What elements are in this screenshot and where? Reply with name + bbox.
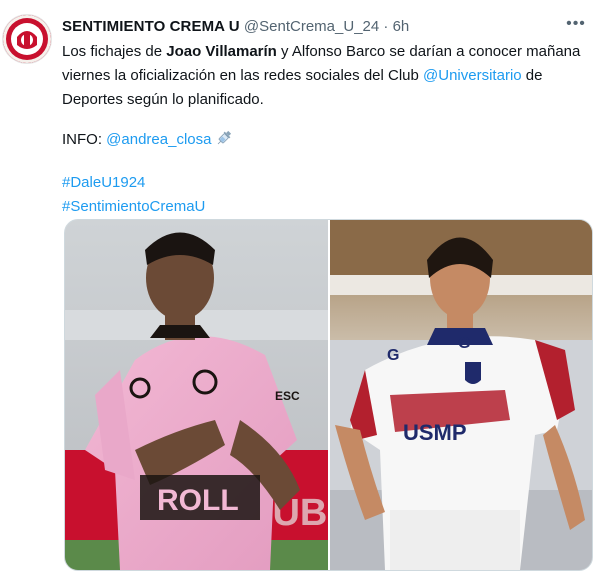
- syringe-icon: [215, 129, 233, 155]
- more-icon[interactable]: •••: [564, 12, 588, 36]
- avatar-logo-icon: [3, 15, 51, 63]
- tweet-timestamp[interactable]: 6h: [393, 18, 410, 35]
- left-jersey-text: ROLL: [157, 484, 239, 517]
- mention-andrea-closa[interactable]: @andrea_closa: [106, 131, 211, 148]
- media-image: DUBAI ROLL ESC G G USMP: [65, 220, 592, 570]
- separator-dot: ·: [383, 18, 389, 35]
- right-jersey-text: USMP: [403, 420, 467, 445]
- tweet-card[interactable]: SENTIMIENTO CREMA U @SentCrema_U_24 · 6h…: [0, 0, 600, 585]
- hashtag-daleu1924[interactable]: #DaleU1924: [62, 171, 582, 195]
- right-sponsor-left: G: [387, 347, 399, 364]
- info-line: INFO: @andrea_closa: [62, 128, 582, 155]
- hashtag-sentimientocremau[interactable]: #SentimientoCremaU: [62, 195, 582, 219]
- text-segment: Los fichajes de: [62, 43, 167, 60]
- left-jersey-small: ESC: [275, 389, 300, 403]
- avatar[interactable]: [3, 15, 51, 63]
- info-label: INFO:: [62, 131, 107, 148]
- player-name-bold: Joao Villamarín: [166, 43, 277, 60]
- author-handle[interactable]: @SentCrema_U_24: [244, 18, 379, 35]
- mention-universitario[interactable]: @Universitario: [423, 67, 522, 84]
- tweet-header: SENTIMIENTO CREMA U @SentCrema_U_24 · 6h: [62, 18, 560, 36]
- tweet-media[interactable]: DUBAI ROLL ESC G G USMP: [64, 219, 593, 571]
- tweet-text: Los fichajes de Joao Villamarín y Alfons…: [62, 40, 582, 219]
- author-name[interactable]: SENTIMIENTO CREMA U: [62, 18, 240, 35]
- right-sponsor-right: G: [458, 335, 470, 352]
- tweet-paragraph: Los fichajes de Joao Villamarín y Alfons…: [62, 40, 582, 112]
